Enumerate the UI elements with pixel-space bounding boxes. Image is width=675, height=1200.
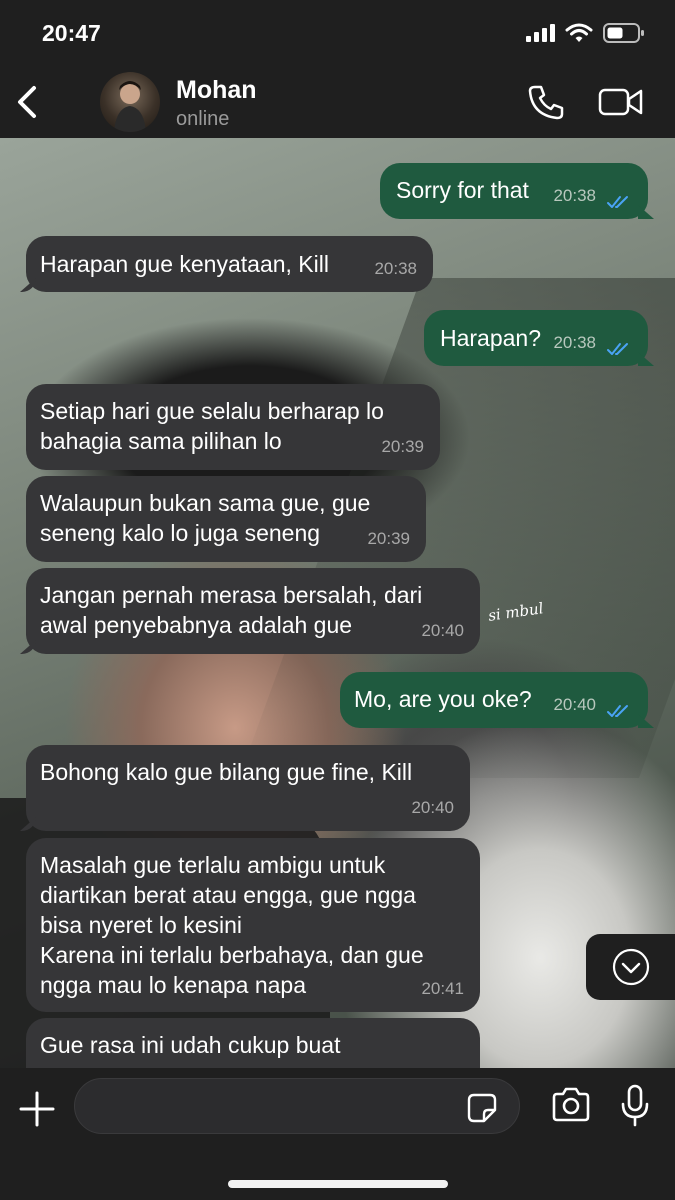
message-bubble-incoming[interactable]: Gue rasa ini udah cukup buat (26, 1018, 480, 1068)
message-text: Masalah gue terlalu ambigu untuk diartik… (40, 852, 424, 998)
microphone-button[interactable] (620, 1084, 650, 1128)
message-time: 20:40 (411, 798, 454, 817)
chevron-left-icon (18, 86, 36, 118)
message-text: Bohong kalo gue bilang gue fine, Kill (40, 759, 413, 785)
read-receipt-icon (607, 705, 628, 717)
back-button[interactable] (12, 82, 44, 122)
video-camera-icon (598, 88, 643, 116)
status-time: 20:47 (42, 20, 101, 46)
message-text: Mo, are you oke? (354, 686, 532, 712)
camera-button[interactable] (550, 1086, 592, 1124)
bubble-tail (20, 640, 36, 654)
microphone-icon (621, 1084, 649, 1127)
home-indicator[interactable] (228, 1180, 448, 1188)
read-receipt-icon (607, 196, 628, 208)
contact-status: online (176, 108, 230, 130)
message-time: 20:38 (553, 333, 596, 352)
message-text: Jangan pernah merasa bersalah, dari awal… (40, 582, 423, 638)
message-bubble-incoming[interactable]: Harapan gue kenyataan, Kill 20:38 (20, 236, 433, 292)
read-receipt-icon (607, 343, 628, 355)
chat-header: Mohan online (0, 66, 675, 138)
plus-icon (19, 1091, 55, 1127)
message-bubble-incoming[interactable]: Walaupun bukan sama gue, gue seneng kalo… (26, 476, 426, 562)
message-bubble-outgoing[interactable]: Harapan? 20:38 (424, 310, 654, 366)
message-text: Setiap hari gue selalu berharap lo bahag… (40, 398, 384, 454)
video-call-button[interactable] (598, 86, 644, 118)
scroll-to-bottom-button[interactable] (586, 934, 675, 1000)
wifi-icon (565, 23, 593, 42)
message-bubble-incoming[interactable]: Jangan pernah merasa bersalah, dari awal… (20, 568, 480, 654)
message-bubble-incoming[interactable]: Masalah gue terlalu ambigu untuk diartik… (26, 838, 480, 1012)
sticker-button[interactable] (466, 1092, 498, 1124)
phone-icon (528, 85, 564, 120)
message-time: 20:39 (381, 437, 424, 456)
status-bar: 20:47 (0, 0, 675, 66)
contact-name[interactable]: Mohan (176, 76, 257, 105)
chat-area[interactable]: si mbul Sorry for that 20:38 Harapan gue… (0, 138, 675, 1068)
message-bubble-outgoing[interactable]: Mo, are you oke? 20:40 (340, 672, 654, 728)
message-time: 20:40 (553, 695, 596, 714)
message-bubble-incoming[interactable]: Bohong kalo gue bilang gue fine, Kill 20… (20, 745, 470, 831)
status-icons (525, 22, 645, 44)
message-input[interactable] (74, 1078, 520, 1134)
message-time: 20:41 (421, 979, 464, 998)
chevron-down-circle-icon (612, 948, 650, 986)
avatar[interactable] (100, 72, 160, 132)
bubble-tail (20, 278, 36, 292)
composer-bar (0, 1068, 675, 1200)
message-time: 20:40 (421, 621, 464, 640)
battery-icon (603, 23, 644, 43)
attach-button[interactable] (18, 1090, 56, 1128)
signal-icon (526, 24, 555, 42)
profile-photo (114, 81, 146, 132)
voice-call-button[interactable] (526, 84, 566, 120)
message-bubble-incoming[interactable]: Setiap hari gue selalu berharap lo bahag… (26, 384, 440, 470)
message-text: Gue rasa ini udah cukup buat (40, 1032, 341, 1058)
message-bubble-outgoing[interactable]: Sorry for that 20:38 (380, 163, 654, 219)
message-time: 20:38 (553, 186, 596, 205)
bubble-tail (638, 205, 654, 219)
camera-icon (552, 1087, 590, 1122)
message-time: 20:39 (367, 529, 410, 548)
sticker-icon (467, 1093, 497, 1123)
message-time: 20:38 (374, 259, 417, 278)
